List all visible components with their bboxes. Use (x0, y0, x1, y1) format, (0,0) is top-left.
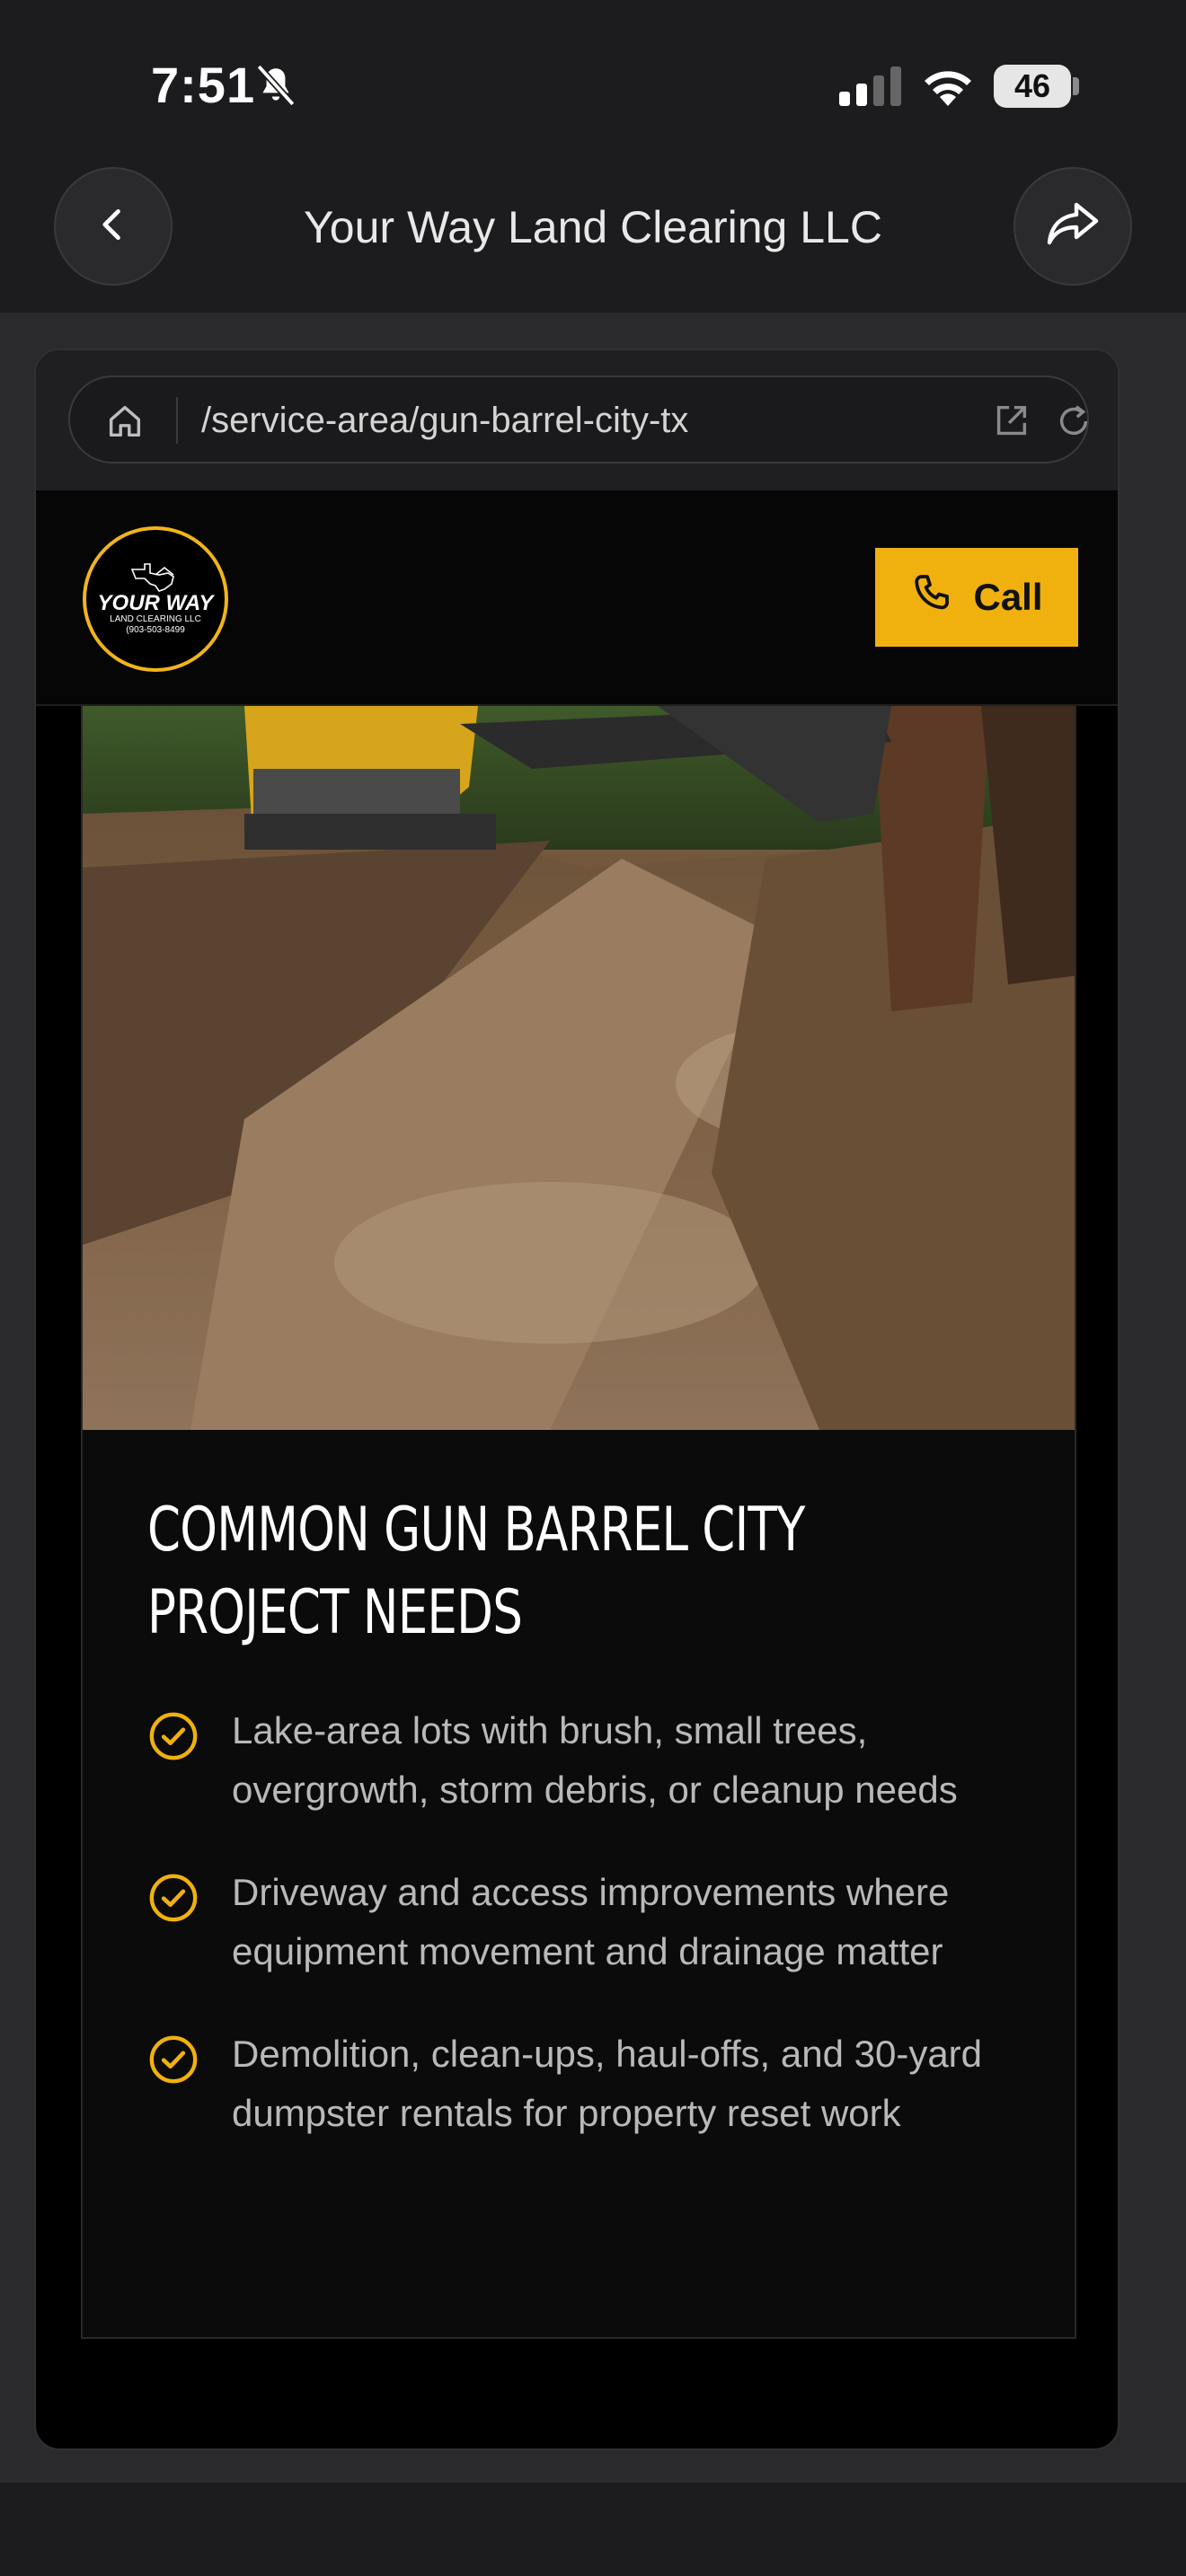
list-item-text: Demolition, clean-ups, haul-offs, and 30… (232, 2033, 983, 2134)
list-item: Demolition, clean-ups, haul-offs, and 30… (147, 2025, 1028, 2143)
call-button[interactable]: Call (875, 548, 1078, 647)
check-circle-icon (147, 1872, 199, 1928)
reload-icon[interactable] (1053, 401, 1094, 446)
section-title: COMMON GUN BARREL CITY PROJECT NEEDS (147, 1495, 805, 1648)
nav-title: Your Way Land Clearing LLC (304, 202, 882, 252)
url-header: /service-area/gun-barrel-city-tx (36, 350, 1118, 490)
external-link-icon[interactable] (990, 401, 1031, 446)
battery-nub (1073, 77, 1079, 95)
call-label: Call (973, 576, 1043, 618)
content-card: COMMON GUN BARREL CITY PROJECT NEEDS Lak… (81, 706, 1076, 2339)
status-time: 7:51 (151, 57, 256, 113)
signal-icon (839, 66, 902, 110)
check-circle-icon (147, 1710, 199, 1767)
chevron-left-icon (93, 205, 133, 249)
battery-icon: 46 (994, 65, 1071, 108)
check-circle-icon (147, 2033, 199, 2090)
status-bar: 7:51 46 (0, 0, 1186, 162)
site-header: YOUR WAY LAND CLEARING LLC (903-503-8499… (36, 490, 1118, 706)
phone-icon (910, 571, 953, 623)
list-item-text: Driveway and access improvements where e… (232, 1871, 950, 1972)
home-icon[interactable] (104, 401, 146, 446)
list-item: Driveway and access improvements where e… (147, 1863, 1028, 1981)
url-bar[interactable]: /service-area/gun-barrel-city-tx (68, 375, 1089, 463)
url-divider (176, 397, 178, 444)
browser-card: /service-area/gun-barrel-city-tx YOUR WA… (34, 348, 1120, 2450)
list-item: Lake-area lots with brush, small trees, … (147, 1701, 1028, 1820)
share-icon (1044, 199, 1102, 254)
wifi-icon (920, 61, 976, 110)
needs-list: Lake-area lots with brush, small trees, … (147, 1701, 1028, 2186)
bottom-strip (0, 2483, 1186, 2576)
nav-bar: Your Way Land Clearing LLC (0, 162, 1186, 313)
logo[interactable]: YOUR WAY LAND CLEARING LLC (903-503-8499 (83, 526, 228, 672)
land-clearing-photo (83, 706, 1075, 1430)
logo-subtitle: LAND CLEARING LLC (110, 614, 201, 624)
back-button[interactable] (54, 167, 173, 286)
url-text[interactable]: /service-area/gun-barrel-city-tx (201, 401, 688, 441)
logo-phone: (903-503-8499 (126, 625, 185, 635)
bell-slash-icon (253, 63, 298, 112)
logo-title: YOUR WAY (97, 591, 214, 615)
list-item-text: Lake-area lots with brush, small trees, … (232, 1709, 958, 1811)
texas-house-logo-icon (130, 563, 174, 592)
share-button[interactable] (1013, 167, 1132, 286)
